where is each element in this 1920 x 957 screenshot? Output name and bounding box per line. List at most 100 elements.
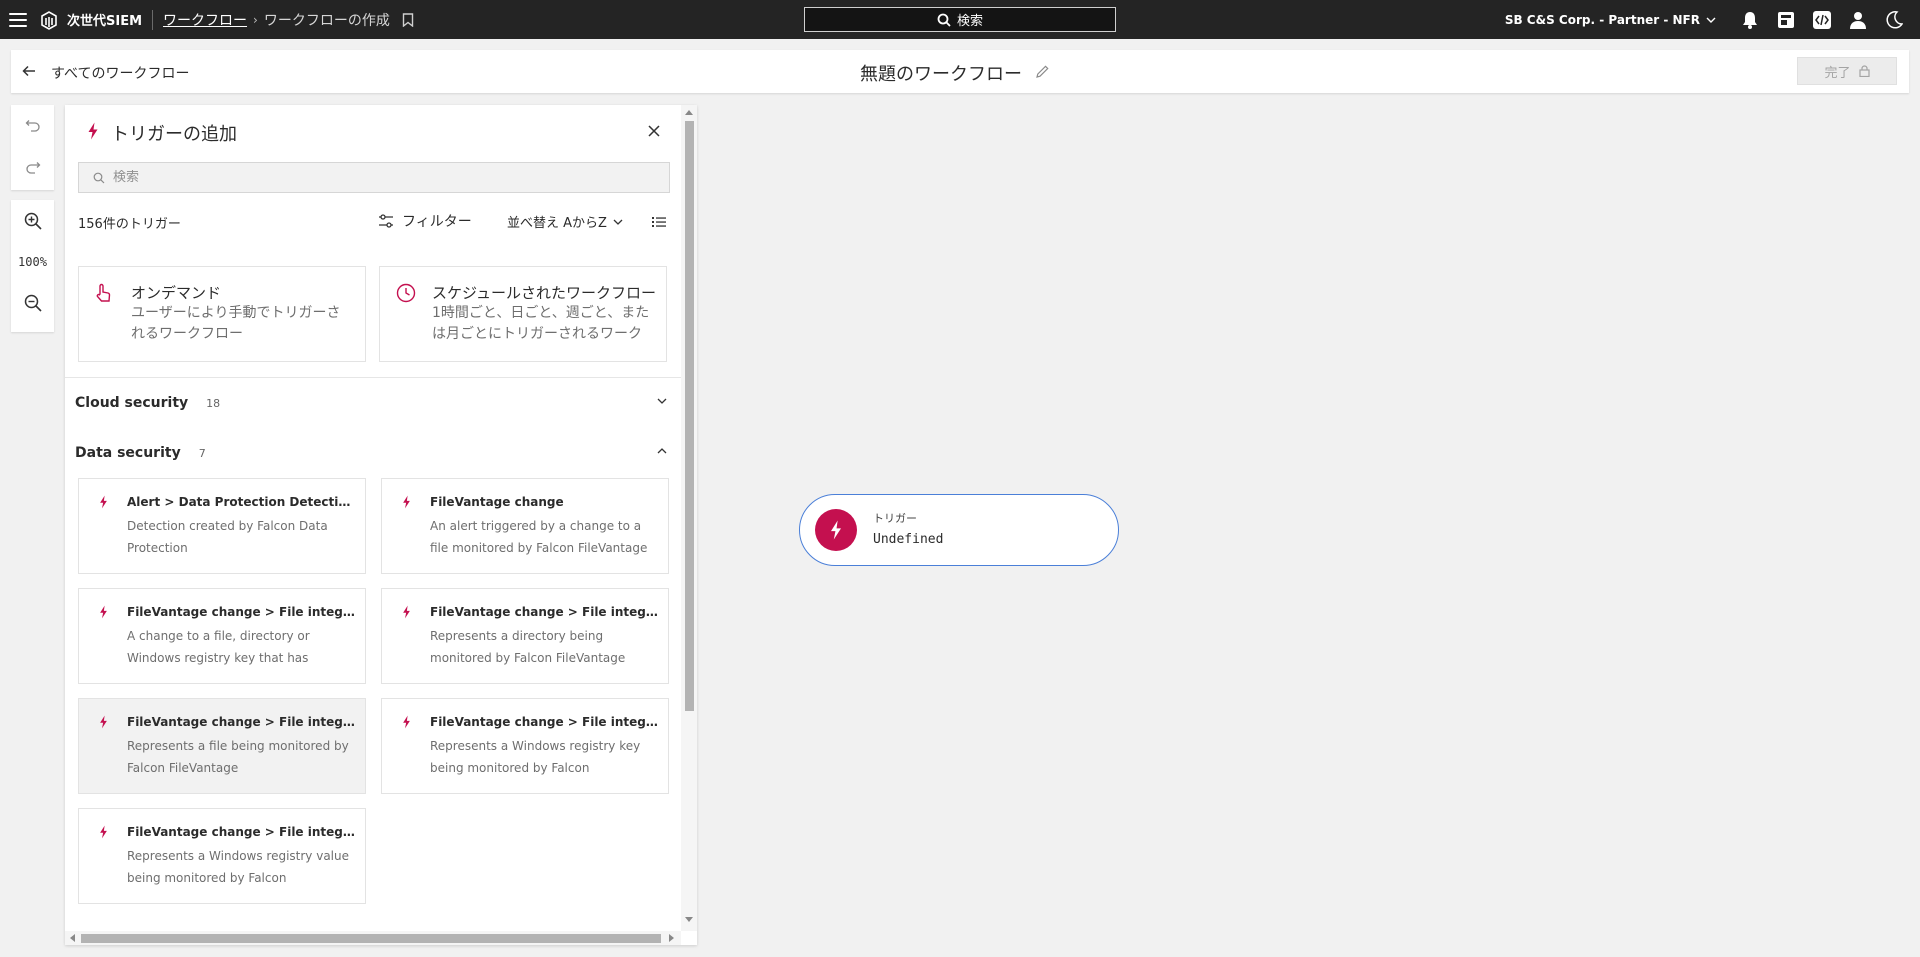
trigger-card-title: FileVantage change — [430, 495, 564, 509]
undo-button[interactable] — [11, 105, 54, 147]
all-workflows-link[interactable]: すべてのワークフロー — [51, 63, 189, 83]
done-button[interactable]: 完了 — [1797, 57, 1897, 85]
chevron-down-icon[interactable] — [1706, 16, 1716, 24]
zoom-tools: 100% — [11, 200, 54, 332]
section-data-security[interactable]: Data security 7 — [75, 441, 675, 465]
back-arrow-icon[interactable] — [21, 63, 37, 79]
trigger-card[interactable]: Alert > Data Protection Detection Detect… — [78, 478, 366, 574]
scrollbar-thumb[interactable] — [685, 121, 694, 711]
zoom-level: 100% — [18, 255, 47, 269]
bolt-icon — [100, 715, 107, 729]
trigger-search-input[interactable] — [113, 170, 613, 185]
code-icon[interactable] — [1812, 10, 1832, 30]
horizontal-scrollbar[interactable] — [65, 931, 681, 945]
node-value: Undefined — [873, 532, 944, 547]
undo-icon — [25, 120, 40, 132]
history-tools — [11, 105, 54, 190]
trigger-card[interactable]: FileVantage change An alert triggered by… — [381, 478, 669, 574]
section-name: Data security — [75, 445, 181, 461]
trigger-card-title: FileVantage change > File integrity chan… — [127, 825, 355, 839]
section-name: Cloud security — [75, 395, 189, 411]
trigger-card-title: FileVantage change > File integrity chan… — [430, 715, 658, 729]
touch-icon — [96, 283, 111, 302]
section-cloud-security[interactable]: Cloud security 18 — [75, 391, 675, 415]
bolt-icon — [100, 825, 107, 839]
trigger-card-description: 1時間ごと、日ごと、週ごと、または月ごとにトリガーされるワークフロー — [432, 305, 650, 342]
trigger-card-description: ユーザーにより手動でトリガーされるワークフロー — [131, 305, 341, 342]
bolt-icon — [88, 122, 98, 140]
bolt-icon — [831, 520, 841, 540]
bolt-icon — [100, 605, 107, 619]
org-selector[interactable]: SB C&S Corp. - Partner - NFR — [1505, 13, 1700, 27]
trigger-card-title: オンデマンド — [131, 284, 222, 302]
trigger-card[interactable]: FileVantage change > File integrity chan… — [381, 588, 669, 684]
trigger-card-description: Represents a file being monitored by Fal… — [127, 739, 349, 775]
sort-dropdown[interactable]: 並べ替え AからZ — [507, 212, 623, 231]
filter-button[interactable]: フィルター — [378, 211, 472, 231]
trigger-card-description: An alert triggered by a change to a file… — [430, 519, 648, 555]
node-bolt-badge — [815, 509, 857, 551]
trigger-card-title: FileVantage change > File integrity chan… — [127, 715, 355, 729]
global-search-button[interactable]: 検索 — [804, 7, 1116, 32]
chevron-up-icon — [657, 448, 667, 454]
vertical-scrollbar[interactable] — [681, 105, 697, 931]
scroll-right-icon[interactable] — [669, 934, 674, 942]
trigger-card-title: スケジュールされたワークフロー — [432, 284, 656, 302]
user-icon[interactable] — [1848, 10, 1868, 30]
dashboard-icon[interactable] — [1776, 10, 1796, 30]
redo-button[interactable] — [11, 147, 54, 189]
divider — [152, 9, 154, 30]
trigger-search — [78, 162, 670, 193]
breadcrumb-workflows-link[interactable]: ワークフロー — [163, 10, 247, 30]
zoom-in-button[interactable] — [11, 200, 54, 242]
bolt-icon — [403, 715, 410, 729]
chevron-down-icon — [657, 398, 667, 404]
search-icon — [937, 13, 951, 27]
trigger-card-title: FileVantage change > File integrity chan… — [127, 605, 355, 619]
trigger-card-title: FileVantage change > File integrity chan… — [430, 605, 658, 619]
trigger-card-on-demand[interactable]: オンデマンド ユーザーにより手動でトリガーされるワークフロー — [78, 266, 366, 362]
workflow-header: すべてのワークフロー 無題のワークフロー 完了 — [11, 50, 1909, 93]
trigger-count: 156件のトリガー — [78, 217, 181, 232]
workflow-title: 無題のワークフロー — [860, 64, 1022, 85]
trigger-card[interactable]: FileVantage change > File integrity chan… — [78, 808, 366, 904]
bookmark-icon[interactable] — [402, 12, 414, 27]
node-type-label: トリガー — [873, 512, 917, 525]
trigger-card[interactable]: FileVantage change > File integrity chan… — [78, 698, 366, 794]
trigger-node[interactable]: トリガー Undefined — [799, 494, 1119, 566]
close-icon[interactable] — [647, 124, 661, 138]
trigger-card-scheduled[interactable]: スケジュールされたワークフロー 1時間ごと、日ごと、週ごと、または月ごとにトリガ… — [379, 266, 667, 362]
bell-icon[interactable] — [1740, 10, 1760, 30]
panel-title: トリガーの追加 — [111, 124, 237, 145]
breadcrumb-chevron-icon: › — [253, 12, 258, 27]
trigger-card[interactable]: FileVantage change > File integrity chan… — [78, 588, 366, 684]
global-search-label: 検索 — [956, 14, 983, 29]
bolt-icon — [403, 495, 410, 509]
moon-icon[interactable] — [1884, 10, 1904, 30]
list-view-icon[interactable] — [652, 216, 666, 228]
top-navigation-bar: 次世代SIEM ワークフロー › ワークフローの作成 検索 SB C&S Cor… — [0, 0, 1920, 39]
pencil-icon[interactable] — [1035, 64, 1050, 79]
lock-icon — [1858, 65, 1870, 77]
menu-icon[interactable] — [9, 12, 27, 27]
trigger-card-description: Represents a Windows registry value bein… — [127, 849, 349, 885]
panel-header: トリガーの追加 — [65, 105, 681, 163]
divider — [65, 377, 681, 378]
zoom-in-icon — [24, 212, 42, 230]
section-count: 7 — [198, 446, 206, 460]
scroll-down-icon[interactable] — [685, 917, 693, 922]
section-count: 18 — [206, 396, 221, 410]
scrollbar-thumb[interactable] — [81, 934, 661, 943]
trigger-card-description: Represents a Windows registry key being … — [430, 739, 641, 775]
trigger-card-title: Alert > Data Protection Detection — [127, 495, 355, 509]
clock-icon — [396, 283, 416, 303]
breadcrumb-current: ワークフローの作成 — [263, 12, 390, 29]
bolt-icon — [403, 605, 410, 619]
trigger-card-description: Represents a directory being monitored b… — [430, 629, 626, 665]
trigger-card[interactable]: FileVantage change > File integrity chan… — [381, 698, 669, 794]
redo-icon — [25, 162, 40, 174]
zoom-out-button[interactable] — [11, 282, 54, 324]
scroll-left-icon[interactable] — [70, 934, 75, 942]
scroll-up-icon[interactable] — [685, 110, 693, 115]
filter-icon — [379, 214, 393, 228]
